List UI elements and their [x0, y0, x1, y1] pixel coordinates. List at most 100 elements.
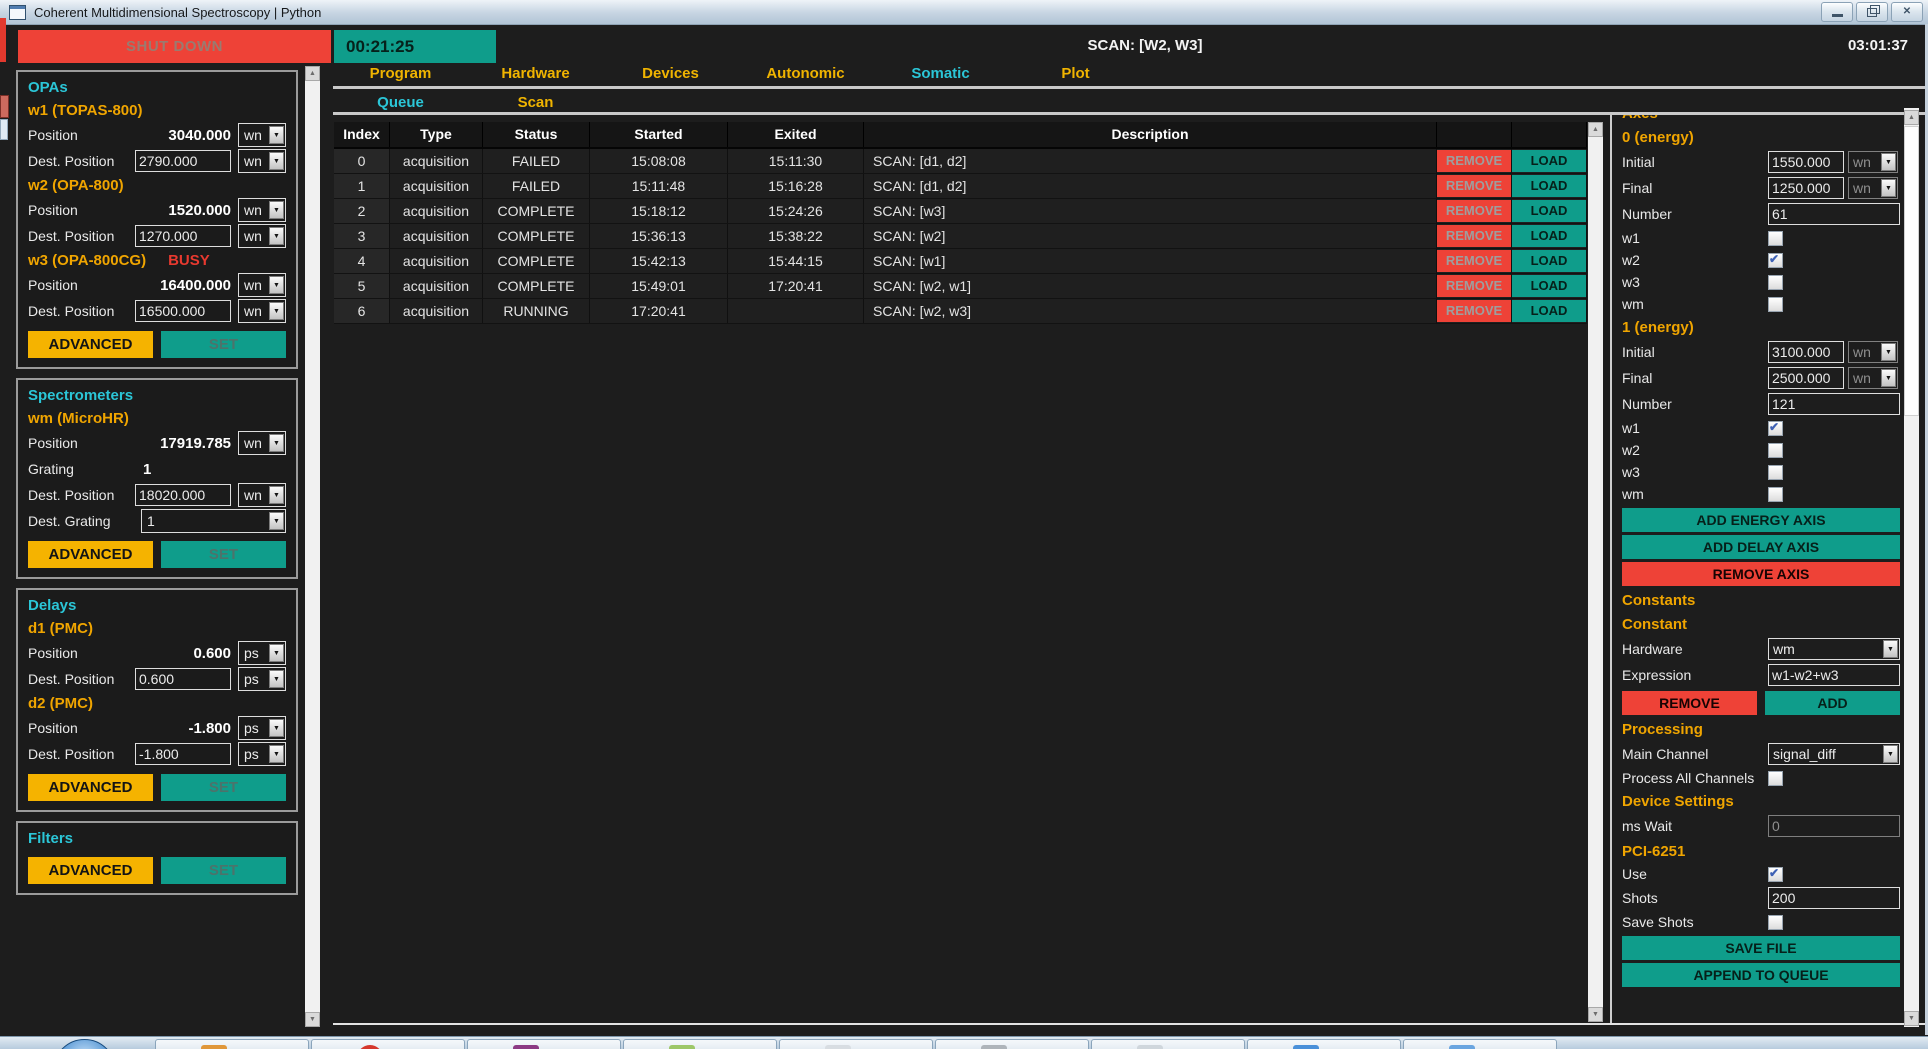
- final-input[interactable]: [1768, 367, 1844, 389]
- number-input[interactable]: [1768, 203, 1900, 225]
- main-channel-select[interactable]: signal_diff▼: [1768, 743, 1900, 765]
- dest-position-input[interactable]: [135, 150, 231, 172]
- units-select[interactable]: wn▼: [1848, 151, 1898, 173]
- initial-input[interactable]: [1768, 341, 1844, 363]
- restore-button[interactable]: [1856, 2, 1888, 22]
- load-button[interactable]: LOAD: [1512, 200, 1586, 222]
- dest-position-input[interactable]: [135, 484, 231, 506]
- tab-queue[interactable]: Queue: [333, 92, 468, 112]
- load-button[interactable]: LOAD: [1512, 300, 1586, 322]
- minimize-button[interactable]: [1821, 2, 1853, 22]
- load-button[interactable]: LOAD: [1512, 175, 1586, 197]
- scroll-down-icon[interactable]: ▼: [305, 1012, 320, 1027]
- tab-somatic[interactable]: Somatic: [873, 63, 1008, 85]
- use-checkbox[interactable]: [1768, 867, 1783, 882]
- remove-button[interactable]: REMOVE: [1437, 225, 1511, 247]
- scroll-up-icon[interactable]: ▲: [1588, 122, 1603, 137]
- remove-axis-button[interactable]: REMOVE AXIS: [1622, 562, 1900, 586]
- advanced-button[interactable]: ADVANCED: [28, 331, 153, 358]
- remove-constant-button[interactable]: REMOVE: [1622, 691, 1757, 715]
- shutdown-button[interactable]: SHUT DOWN: [18, 30, 331, 63]
- dest-position-input[interactable]: [135, 743, 231, 765]
- shots-input[interactable]: [1768, 887, 1900, 909]
- add-delay-axis-button[interactable]: ADD DELAY AXIS: [1622, 535, 1900, 559]
- tab-devices[interactable]: Devices: [603, 63, 738, 85]
- units-select[interactable]: ps▼: [238, 641, 286, 665]
- tab-hardware[interactable]: Hardware: [468, 63, 603, 85]
- advanced-button[interactable]: ADVANCED: [28, 774, 153, 801]
- remove-button[interactable]: REMOVE: [1437, 250, 1511, 272]
- tab-autonomic[interactable]: Autonomic: [738, 63, 873, 85]
- add-energy-axis-button[interactable]: ADD ENERGY AXIS: [1622, 508, 1900, 532]
- w1-checkbox[interactable]: [1768, 421, 1783, 436]
- tab-program[interactable]: Program: [333, 63, 468, 85]
- queue-scrollbar[interactable]: [1588, 122, 1603, 1022]
- expression-input[interactable]: [1768, 664, 1900, 686]
- units-select[interactable]: wn▼: [1848, 341, 1898, 363]
- set-button[interactable]: SET: [161, 857, 286, 884]
- units-select[interactable]: ps▼: [238, 667, 286, 691]
- set-button[interactable]: SET: [161, 541, 286, 568]
- scroll-up-icon[interactable]: ▲: [305, 66, 320, 81]
- set-button[interactable]: SET: [161, 774, 286, 801]
- remove-button[interactable]: REMOVE: [1437, 200, 1511, 222]
- set-button[interactable]: SET: [161, 331, 286, 358]
- table-row[interactable]: 5 acquisition COMPLETE 15:49:01 17:20:41…: [334, 274, 1587, 299]
- initial-input[interactable]: [1768, 151, 1844, 173]
- number-input[interactable]: [1768, 393, 1900, 415]
- tab-scan[interactable]: Scan: [468, 92, 603, 112]
- units-select[interactable]: wn▼: [238, 224, 286, 248]
- load-button[interactable]: LOAD: [1512, 225, 1586, 247]
- scrollbar-thumb[interactable]: [1904, 126, 1919, 416]
- w1-checkbox[interactable]: [1768, 231, 1783, 246]
- dest-position-input[interactable]: [135, 300, 231, 322]
- units-select[interactable]: wn▼: [238, 483, 286, 507]
- add-constant-button[interactable]: ADD: [1765, 691, 1900, 715]
- units-select[interactable]: wn▼: [1848, 177, 1898, 199]
- units-select[interactable]: wn▼: [238, 198, 286, 222]
- final-input[interactable]: [1768, 177, 1844, 199]
- wm-checkbox[interactable]: [1768, 297, 1783, 312]
- process-all-checkbox[interactable]: [1768, 771, 1783, 786]
- tab-plot[interactable]: Plot: [1008, 63, 1143, 85]
- table-row[interactable]: 2 acquisition COMPLETE 15:18:12 15:24:26…: [334, 199, 1587, 224]
- units-select[interactable]: wn▼: [238, 431, 286, 455]
- table-row[interactable]: 0 acquisition FAILED 15:08:08 15:11:30 S…: [334, 149, 1587, 174]
- save-shots-checkbox[interactable]: [1768, 915, 1783, 930]
- remove-button[interactable]: REMOVE: [1437, 175, 1511, 197]
- load-button[interactable]: LOAD: [1512, 275, 1586, 297]
- scroll-down-icon[interactable]: ▼: [1904, 1011, 1919, 1026]
- wm-checkbox[interactable]: [1768, 487, 1783, 502]
- units-select[interactable]: wn▼: [238, 273, 286, 297]
- table-row[interactable]: 3 acquisition COMPLETE 15:36:13 15:38:22…: [334, 224, 1587, 249]
- units-select[interactable]: ps▼: [238, 742, 286, 766]
- table-row[interactable]: 6 acquisition RUNNING 17:20:41 SCAN: [w2…: [334, 299, 1587, 324]
- units-select[interactable]: wn▼: [238, 123, 286, 147]
- ms-wait-input[interactable]: [1768, 815, 1900, 837]
- units-select[interactable]: wn▼: [1848, 367, 1898, 389]
- close-button[interactable]: ✕: [1891, 2, 1923, 22]
- scroll-up-icon[interactable]: ▲: [1904, 110, 1919, 125]
- load-button[interactable]: LOAD: [1512, 150, 1586, 172]
- hardware-select[interactable]: wm▼: [1768, 638, 1900, 660]
- remove-button[interactable]: REMOVE: [1437, 275, 1511, 297]
- save-file-button[interactable]: SAVE FILE: [1622, 936, 1900, 960]
- table-row[interactable]: 1 acquisition FAILED 15:11:48 15:16:28 S…: [334, 174, 1587, 199]
- scroll-down-icon[interactable]: ▼: [1588, 1007, 1603, 1022]
- append-to-queue-button[interactable]: APPEND TO QUEUE: [1622, 963, 1900, 987]
- w2-checkbox[interactable]: [1768, 253, 1783, 268]
- load-button[interactable]: LOAD: [1512, 250, 1586, 272]
- units-select[interactable]: wn▼: [238, 149, 286, 173]
- units-select[interactable]: ps▼: [238, 716, 286, 740]
- sidebar-scrollbar[interactable]: [305, 66, 320, 1027]
- dest-grating-select[interactable]: 1▼: [141, 509, 286, 533]
- remove-button[interactable]: REMOVE: [1437, 300, 1511, 322]
- w3-checkbox[interactable]: [1768, 465, 1783, 480]
- units-select[interactable]: wn▼: [238, 299, 286, 323]
- remove-button[interactable]: REMOVE: [1437, 150, 1511, 172]
- table-row[interactable]: 4 acquisition COMPLETE 15:42:13 15:44:15…: [334, 249, 1587, 274]
- dest-position-input[interactable]: [135, 668, 231, 690]
- dest-position-input[interactable]: [135, 225, 231, 247]
- w2-checkbox[interactable]: [1768, 443, 1783, 458]
- advanced-button[interactable]: ADVANCED: [28, 541, 153, 568]
